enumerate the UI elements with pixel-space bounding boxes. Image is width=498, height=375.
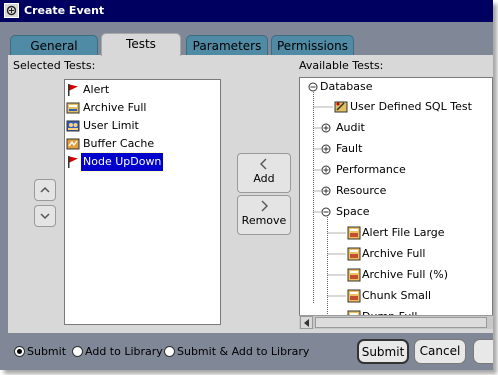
tree-node-label: Archive Full (%) [362,268,448,281]
tab-label: General [30,39,78,53]
available-tests-tree[interactable]: Database User Defined SQL Test Audit Fau… [299,77,493,329]
window-title: Create Event [24,4,105,17]
title-bar: Create Event [0,0,493,22]
tree-node-audit[interactable]: Audit [318,119,468,137]
move-up-button[interactable] [34,179,56,201]
tree-node-label: Space [336,205,370,218]
radio-dot [14,346,25,357]
tree-node-label: Audit [336,121,365,134]
radio-dot [164,346,175,357]
tab-parameters[interactable]: Parameters [186,35,268,56]
list-item-label: Node UpDown [79,152,165,172]
available-tests-label: Available Tests: [299,59,384,72]
flag-icon [68,84,78,96]
chevron-up-icon [40,186,50,193]
add-button[interactable]: Add [237,153,291,193]
test-icon [347,289,361,303]
tree-node-alert-file-large[interactable]: Alert File Large [347,224,492,242]
submit-button[interactable]: Submit [357,339,409,364]
create-event-dialog: Create Event General Parameters Permissi… [0,0,493,370]
flag-icon [68,156,78,168]
horizontal-scrollbar[interactable] [299,315,493,329]
help-button[interactable] [473,339,493,364]
list-item-label: Alert [83,83,110,96]
radio-dot [72,346,83,357]
cache-icon [66,138,80,150]
sql-test-icon [334,101,348,113]
scroll-left-button[interactable] [300,316,313,329]
tab-general[interactable]: General [10,35,98,56]
tree-node-performance[interactable]: Performance [318,161,468,179]
move-down-button[interactable] [34,205,56,227]
tab-label: Parameters [192,39,262,53]
submit-button-label: Submit [361,345,405,359]
expand-icon [321,123,331,133]
selected-tests-label: Selected Tests: [13,59,96,72]
database-icon [66,102,80,114]
radio-label: Add to Library [85,345,163,358]
tab-tests[interactable]: Tests [101,33,181,56]
collapse-icon [308,82,318,92]
chevron-down-icon [40,213,50,220]
expand-icon [321,165,331,175]
scroll-left-icon [304,319,309,327]
tree-node-database[interactable]: Database [304,78,484,96]
tree-node-label: Alert File Large [362,226,445,239]
tree-node-label: Database [320,80,373,93]
test-icon [347,247,361,261]
remove-button[interactable]: Remove [237,195,291,235]
scrollbar-thumb[interactable] [315,317,487,328]
tree-node-label: Fault [336,142,363,155]
add-button-label: Add [253,172,275,185]
cancel-button[interactable]: Cancel [414,339,466,364]
remove-button-label: Remove [241,214,287,227]
users-icon [66,120,80,132]
tree-node-label: Performance [336,163,406,176]
expand-icon [321,144,331,154]
tree-node-archive-full-percent[interactable]: Archive Full (%) [347,266,492,284]
test-icon [347,268,361,282]
tree-node-chunk-small[interactable]: Chunk Small [347,287,492,305]
tree-node-resource[interactable]: Resource [318,182,468,200]
tree-node-user-defined-sql-test[interactable]: User Defined SQL Test [334,98,492,116]
chevron-right-icon [238,200,290,214]
cancel-button-label: Cancel [419,344,461,358]
tree-node-archive-full[interactable]: Archive Full [347,245,492,263]
list-item-label: User Limit [83,119,139,132]
tab-label: Permissions [277,39,348,53]
selected-tests-list[interactable]: Alert Archive Full User Limit Buffer Cac… [64,79,221,325]
tab-label: Tests [126,37,156,51]
tree-node-space[interactable]: Space [318,203,468,221]
radio-label: Submit [27,345,67,358]
expand-icon [321,186,331,196]
tree-node-label: User Defined SQL Test [350,100,472,113]
tree-node-label: Archive Full [362,247,426,260]
tree-node-label: Resource [336,184,387,197]
tree-node-label: Chunk Small [362,289,432,302]
tree-node-fault[interactable]: Fault [318,140,468,158]
radio-label: Submit & Add to Library [177,345,310,358]
collapse-icon [321,207,331,217]
list-item-label: Buffer Cache [83,137,155,150]
app-icon[interactable] [4,3,19,18]
test-icon [347,226,361,240]
chevron-left-icon [238,158,290,172]
tab-permissions[interactable]: Permissions [271,35,354,56]
list-item-label: Archive Full [83,101,147,114]
